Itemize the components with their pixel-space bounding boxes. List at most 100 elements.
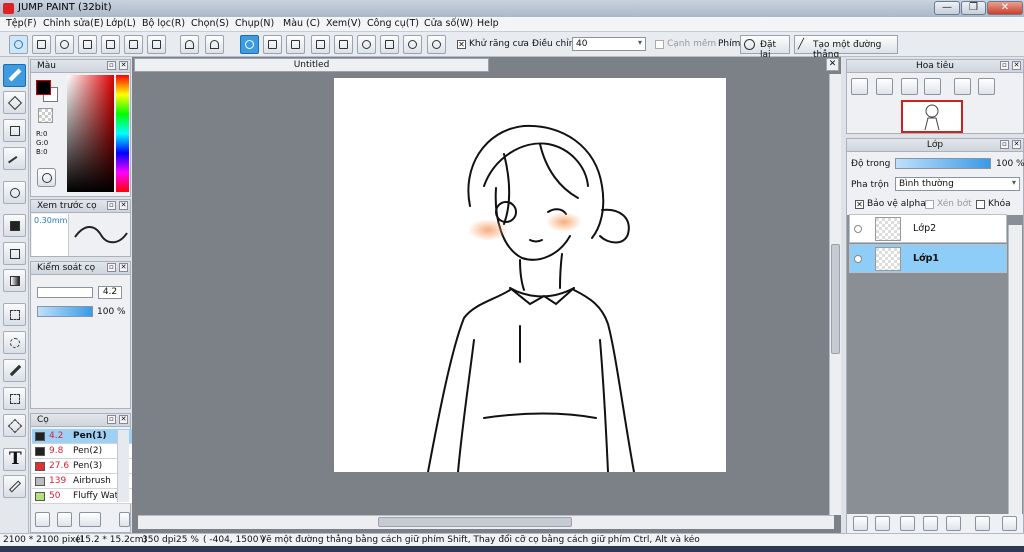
maximize-button[interactable]: ❐ — [961, 1, 986, 15]
saturation-value-picker[interactable] — [67, 75, 114, 192]
navigator-thumbnail[interactable] — [901, 100, 963, 133]
app-icon — [3, 3, 14, 14]
visibility-icon[interactable] — [854, 255, 862, 263]
brush-menu-icon[interactable] — [79, 512, 101, 527]
trash-icon[interactable] — [119, 512, 130, 527]
undo-icon[interactable] — [180, 35, 199, 54]
canvas-horizontal-scrollbar[interactable] — [138, 515, 834, 529]
no-ruler-icon[interactable] — [240, 35, 259, 54]
layer-panel: Lớp ▫ ✕ Độ trong 100 % Pha trộn Bình thườ… — [846, 138, 1024, 534]
bucket-tool-icon[interactable] — [3, 242, 26, 265]
speech-bubble-icon[interactable] — [55, 35, 74, 54]
ellipse-ruler-icon[interactable] — [403, 35, 422, 54]
straight-line-button[interactable]: ╱ Tạo một đường thẳng — [794, 35, 898, 60]
zoom-in-icon[interactable] — [851, 78, 868, 95]
layer-mask-icon[interactable] — [923, 516, 938, 531]
new-layer-icon[interactable] — [853, 516, 868, 531]
menu-color[interactable]: Màu (C) — [283, 18, 320, 29]
select-eraser-tool-icon[interactable] — [3, 414, 26, 437]
minimize-button[interactable]: — — [934, 1, 960, 15]
layer-folder-icon[interactable] — [946, 516, 961, 531]
drawing-canvas[interactable] — [334, 78, 726, 472]
redo-icon[interactable] — [205, 35, 224, 54]
text-tool-icon[interactable]: T — [3, 448, 26, 471]
brush-size-input[interactable]: 4.2 — [98, 286, 122, 299]
zoom-out-icon[interactable] — [924, 78, 941, 95]
radial-ruler-icon[interactable] — [334, 35, 353, 54]
document-icon[interactable] — [101, 35, 120, 54]
canvas-vertical-scrollbar[interactable] — [829, 74, 841, 515]
palette-icon[interactable] — [37, 168, 56, 187]
menu-layer[interactable]: Lớp(L) — [106, 18, 136, 29]
rect-select-tool-icon[interactable] — [3, 303, 26, 326]
curve-ruler-icon[interactable] — [380, 35, 399, 54]
soft-edge-checkbox[interactable] — [655, 40, 664, 49]
rectangle-tool-icon[interactable] — [3, 119, 26, 142]
clipping-checkbox[interactable] — [925, 200, 934, 209]
gear-ruler-icon[interactable] — [427, 35, 446, 54]
visibility-icon[interactable] — [854, 225, 862, 233]
menu-file[interactable]: Tệp(F) — [6, 18, 37, 29]
concentric-ruler-icon[interactable] — [357, 35, 376, 54]
layer-row[interactable]: Lớp2 — [849, 214, 1007, 243]
menu-view[interactable]: Xem(V) — [326, 18, 361, 29]
perspective-ruler-icon[interactable] — [311, 35, 330, 54]
menu-capture[interactable]: Chụp(N) — [235, 18, 274, 29]
layer-opacity-slider[interactable] — [895, 158, 991, 169]
checkmark-icon[interactable] — [9, 35, 28, 54]
layer-panel-header: Lớp ▫ ✕ — [847, 139, 1023, 152]
lock-checkbox[interactable] — [976, 200, 985, 209]
delete-layer-icon[interactable] — [1002, 516, 1017, 531]
grid-layout-icon[interactable] — [147, 35, 166, 54]
close-document-icon[interactable]: ✕ — [826, 58, 839, 71]
menu-window[interactable]: Cửa số(W) — [424, 18, 473, 29]
brush-size-slider[interactable] — [37, 287, 93, 298]
rotate-icon[interactable] — [954, 78, 971, 95]
layer-row[interactable]: Lớp1 — [849, 244, 1007, 273]
layer-copy-icon[interactable] — [975, 516, 990, 531]
add-brush-icon[interactable] — [35, 512, 50, 527]
lasso-tool-icon[interactable] — [3, 331, 26, 354]
gradient-tool-icon[interactable] — [3, 269, 26, 292]
protect-alpha-checkbox[interactable]: ✕ — [855, 200, 864, 209]
menu-select[interactable]: Chọn(S) — [191, 18, 229, 29]
menu-filter[interactable]: Bộ lọc(R) — [142, 18, 185, 29]
hue-slider[interactable] — [116, 75, 129, 192]
fill-rect-tool-icon[interactable] — [3, 214, 26, 237]
grid-ruler-icon[interactable] — [286, 35, 305, 54]
merge-layer-icon[interactable] — [900, 516, 915, 531]
magic-wand-tool-icon[interactable] — [3, 359, 26, 382]
menu-edit[interactable]: Chỉnh sửa(E) — [43, 18, 104, 29]
brush-tool-icon[interactable] — [3, 64, 26, 87]
menu-help[interactable]: Help — [477, 18, 499, 29]
flip-icon[interactable] — [978, 78, 995, 95]
document-tab[interactable]: Untitled — [134, 58, 489, 72]
vertical-scroll-thumb[interactable] — [831, 244, 840, 354]
pages-icon[interactable] — [124, 35, 143, 54]
brush-list-scrollbar[interactable] — [117, 430, 129, 502]
brush-opacity-slider[interactable] — [37, 306, 93, 317]
horizontal-scroll-thumb[interactable] — [378, 517, 572, 527]
foreground-color-swatch[interactable] — [36, 80, 51, 95]
eyedropper-tool-icon[interactable] — [3, 475, 26, 498]
adjust-dropdown[interactable]: 40 ▾ — [572, 37, 646, 51]
duplicate-layer-icon[interactable] — [875, 516, 890, 531]
export-icon[interactable] — [32, 35, 51, 54]
line-tool-icon[interactable] — [3, 147, 26, 170]
layer-list-scrollbar[interactable] — [1008, 225, 1022, 515]
antialias-checkbox[interactable]: ✕ — [457, 40, 466, 49]
blend-mode-dropdown[interactable]: Bình thường ▾ — [895, 177, 1020, 191]
reset-button[interactable]: Đặt lại — [740, 35, 790, 60]
comment-icon[interactable] — [78, 35, 97, 54]
close-button[interactable]: ✕ — [987, 1, 1023, 15]
menu-tools[interactable]: Công cụ(T) — [367, 18, 419, 29]
parallel-ruler-icon[interactable] — [263, 35, 282, 54]
move-tool-icon[interactable] — [3, 181, 26, 204]
select-pen-tool-icon[interactable] — [3, 387, 26, 410]
toolbar: ✕ Khử răng cưa Điều chỉnh 40 ▾ Cạnh mềm … — [0, 32, 1024, 60]
new-page-icon[interactable] — [57, 512, 72, 527]
eraser-tool-icon[interactable] — [3, 91, 26, 114]
fit-screen-icon[interactable] — [901, 78, 918, 95]
transparent-color-swatch[interactable] — [38, 108, 53, 123]
zoom-in-alt-icon[interactable] — [876, 78, 893, 95]
